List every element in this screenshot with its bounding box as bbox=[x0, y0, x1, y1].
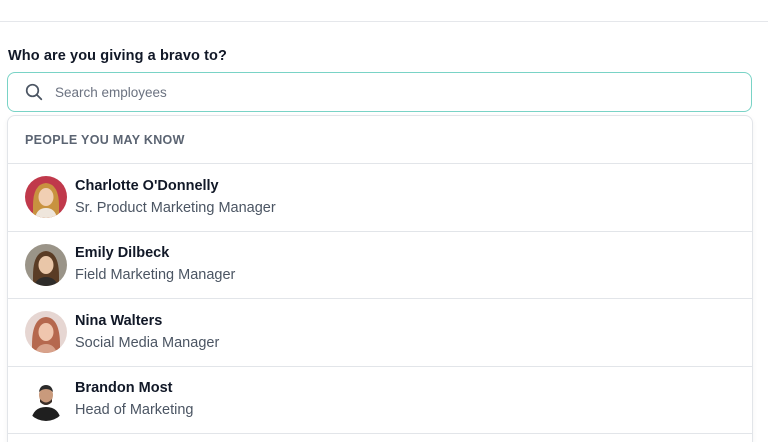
suggestions-dropdown: PEOPLE YOU MAY KNOW Charlotte O'Donnelly… bbox=[7, 115, 753, 442]
people-you-may-know-header: PEOPLE YOU MAY KNOW bbox=[8, 116, 752, 164]
bravo-recipient-picker: Who are you giving a bravo to? PEOPLE YO… bbox=[0, 0, 768, 442]
employee-search-input[interactable] bbox=[53, 83, 717, 101]
person-option-brandon[interactable]: Brandon Most Head of Marketing bbox=[8, 367, 752, 434]
avatar bbox=[25, 378, 67, 421]
employee-search-box[interactable] bbox=[7, 72, 752, 112]
avatar bbox=[25, 176, 67, 219]
avatar bbox=[25, 243, 67, 286]
person-title: Field Marketing Manager bbox=[75, 267, 236, 284]
person-title: Social Media Manager bbox=[75, 334, 220, 351]
person-name: Nina Walters bbox=[75, 312, 163, 329]
avatar bbox=[25, 311, 67, 354]
person-name: Charlotte O'Donnelly bbox=[75, 177, 219, 194]
recipient-question-label: Who are you giving a bravo to? bbox=[8, 48, 227, 64]
person-name: Brandon Most bbox=[75, 380, 173, 397]
person-title: Head of Marketing bbox=[75, 402, 194, 419]
person-option-emily[interactable]: Emily Dilbeck Field Marketing Manager bbox=[8, 232, 752, 299]
person-option-nina[interactable]: Nina Walters Social Media Manager bbox=[8, 299, 752, 367]
search-icon bbox=[25, 83, 43, 101]
person-option-charlotte[interactable]: Charlotte O'Donnelly Sr. Product Marketi… bbox=[8, 164, 752, 232]
person-title: Sr. Product Marketing Manager bbox=[75, 199, 276, 216]
person-name: Emily Dilbeck bbox=[75, 245, 170, 262]
top-divider bbox=[0, 21, 768, 22]
